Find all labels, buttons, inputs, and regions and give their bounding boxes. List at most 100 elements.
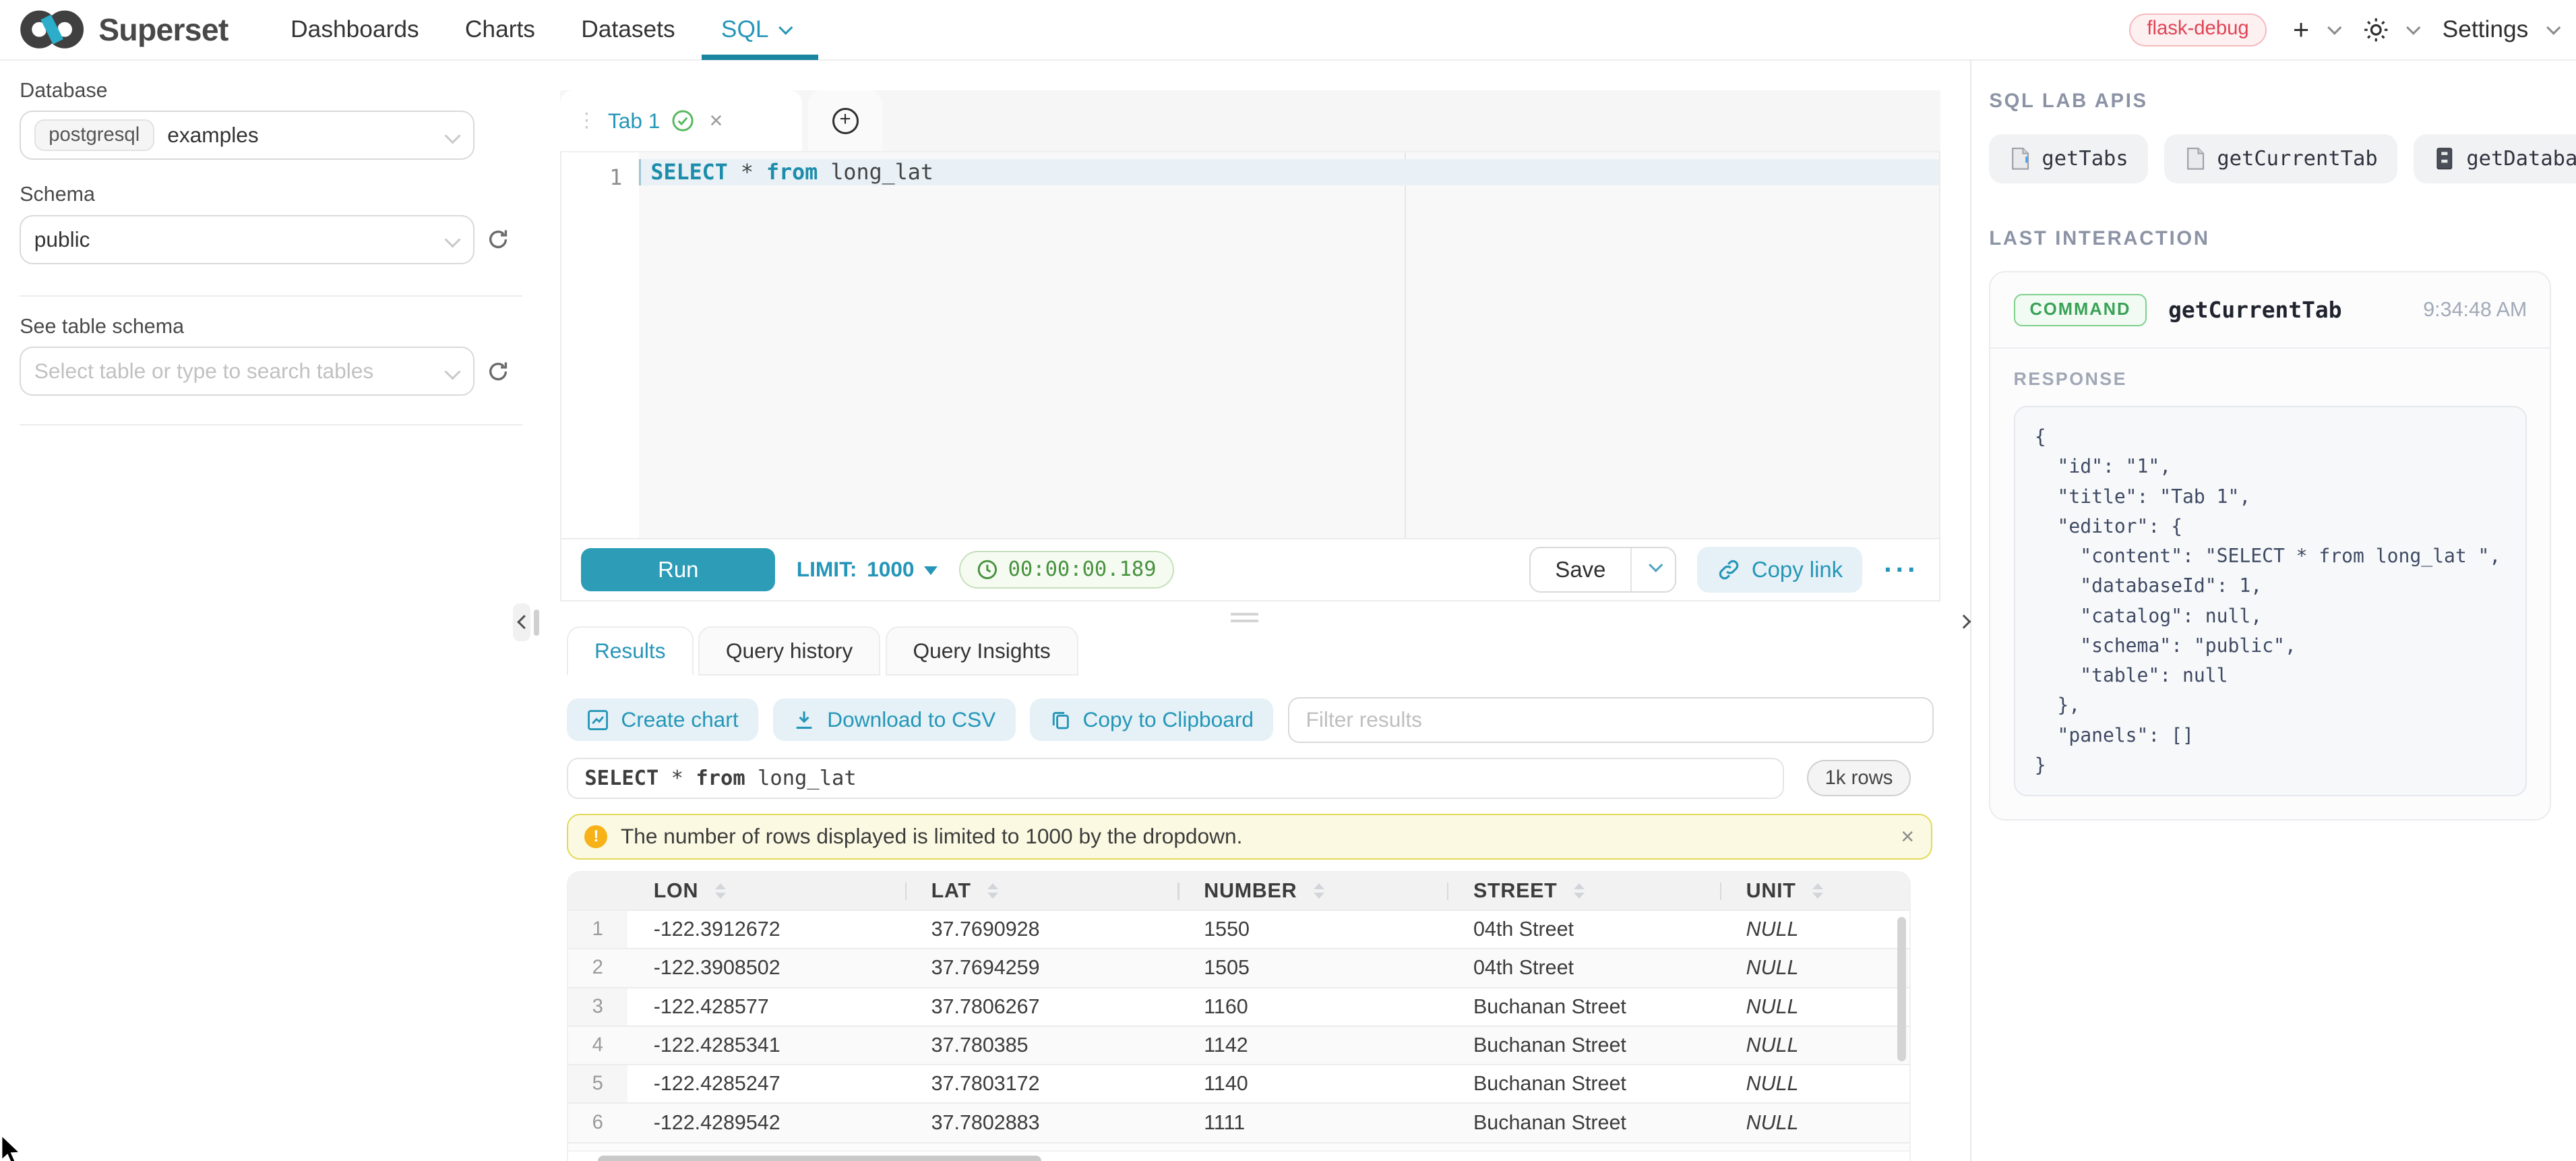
sort-icon[interactable] — [1812, 883, 1823, 899]
new-item-menu[interactable]: + — [2293, 16, 2337, 43]
line-number: 1 — [609, 166, 622, 190]
more-options-button[interactable]: ··· — [1884, 554, 1919, 586]
download-csv-button[interactable]: Download to CSV — [773, 698, 1016, 741]
column-header-unit[interactable]: UNIT — [1720, 872, 1909, 910]
interaction-timestamp: 9:34:48 AM — [2423, 298, 2527, 322]
cell-unit: NULL — [1720, 1026, 1909, 1065]
refresh-icon — [487, 360, 510, 383]
row-number: 1 — [568, 910, 627, 949]
row-number: 4 — [568, 1026, 627, 1065]
table-header-row: LON LAT NUMBER STREET UNIT — [568, 872, 1909, 910]
get-databases-button[interactable]: getDatabases — [2414, 134, 2576, 183]
run-button[interactable]: Run — [581, 548, 775, 591]
schema-label: Schema — [20, 183, 522, 206]
column-header-number[interactable]: NUMBER — [1177, 872, 1447, 910]
results-tabstrip: Results Query history Query Insights — [567, 626, 1934, 676]
refresh-schemas-button[interactable] — [487, 228, 510, 251]
cell-lat: 37.7802883 — [905, 1103, 1178, 1141]
sort-icon[interactable] — [1574, 883, 1585, 899]
response-json-box: { "id": "1", "title": "Tab 1", "editor":… — [2014, 406, 2527, 796]
tab-query-insights[interactable]: Query Insights — [886, 626, 1078, 676]
copy-link-button[interactable]: Copy link — [1697, 547, 1862, 593]
tab-query-history[interactable]: Query history — [698, 626, 880, 676]
get-tabs-button[interactable]: getTabs — [1989, 134, 2148, 183]
navbar: Superset Dashboards Charts Datasets SQL … — [0, 0, 2576, 61]
superset-logo-icon — [20, 8, 86, 51]
schema-value: public — [34, 227, 90, 252]
copy-clipboard-button[interactable]: Copy to Clipboard — [1030, 698, 1273, 741]
download-icon — [793, 709, 816, 732]
scrollbar-thumb[interactable] — [598, 1156, 1041, 1161]
query-preview-row: SELECT * from long_lat 1k rows — [567, 758, 1934, 799]
cell-street: 04th Street — [1447, 949, 1720, 987]
nav-sql[interactable]: SQL — [698, 0, 811, 60]
main-nav: Dashboards Charts Datasets SQL — [268, 0, 811, 60]
filter-results-input[interactable] — [1288, 697, 1934, 743]
drag-handle-icon[interactable]: ⋮ — [577, 111, 596, 131]
nav-datasets[interactable]: Datasets — [558, 0, 698, 60]
save-button[interactable]: Save — [1531, 548, 1630, 591]
query-preview[interactable]: SELECT * from long_lat — [567, 758, 1784, 799]
editor-toolbar: Run LIMIT: 1000 00:00:00.189 Save — [561, 538, 1939, 601]
settings-menu[interactable]: Settings — [2443, 16, 2556, 43]
horizontal-scrollbar[interactable] — [568, 1150, 1909, 1161]
api-panel: SQL LAB APIS getTabs getCurrentTab — [1970, 61, 2576, 1161]
chevron-left-icon — [517, 615, 531, 629]
table-select[interactable]: Select table or type to search tables — [20, 347, 474, 396]
table-row: 3 -122.428577 37.7806267 1160 Buchanan S… — [568, 988, 1909, 1026]
api-buttons: getTabs getCurrentTab getDatabases — [1989, 134, 2553, 183]
panel-resize-handle[interactable] — [1231, 613, 1258, 626]
response-label: RESPONSE — [2014, 369, 2527, 390]
divider — [20, 295, 522, 297]
print-margin-ruler — [1405, 152, 1406, 537]
sort-icon[interactable] — [1314, 883, 1324, 899]
sql-lab-app: Superset Dashboards Charts Datasets SQL … — [0, 0, 2576, 1161]
row-limit-alert: ! The number of rows displayed is limite… — [567, 814, 1932, 860]
editor-tabstrip: ⋮ Tab 1 × + — [560, 90, 1940, 151]
close-alert-icon[interactable]: × — [1901, 825, 1914, 848]
clock-icon — [977, 559, 998, 580]
plus-circle-icon: + — [832, 108, 859, 134]
database-type-tag: postgresql — [34, 119, 154, 151]
vertical-scrollbar[interactable] — [1897, 917, 1906, 1062]
nav-dashboards[interactable]: Dashboards — [268, 0, 442, 60]
sql-code-line[interactable]: SELECT * from long_lat — [639, 159, 1939, 185]
brand-name: Superset — [98, 11, 228, 48]
collapse-api-panel-button[interactable] — [1957, 603, 1976, 641]
close-tab-icon[interactable]: × — [709, 109, 723, 132]
link-icon — [1717, 558, 1740, 581]
refresh-tables-button[interactable] — [487, 360, 510, 383]
column-header-lat[interactable]: LAT — [905, 872, 1178, 910]
get-current-tab-button[interactable]: getCurrentTab — [2164, 134, 2397, 183]
sql-editor-panel: 1 SELECT * from long_lat Run LIMIT: 1000 — [560, 151, 1940, 601]
add-tab-button[interactable]: + — [808, 90, 882, 151]
sidebar-resize-handle[interactable] — [534, 609, 539, 636]
editor-tab-1[interactable]: ⋮ Tab 1 × — [560, 90, 801, 151]
cell-street: Buchanan Street — [1447, 1026, 1720, 1065]
last-interaction-card: COMMAND getCurrentTab 9:34:48 AM RESPONS… — [1989, 271, 2551, 821]
table-schema-label: See table schema — [20, 315, 522, 338]
brand[interactable]: Superset — [20, 8, 228, 51]
sql-code-editor[interactable]: 1 SELECT * from long_lat — [561, 152, 1939, 537]
table-select-placeholder: Select table or type to search tables — [34, 359, 374, 384]
column-header-street[interactable]: STREET — [1447, 872, 1720, 910]
tab-results[interactable]: Results — [567, 626, 694, 676]
nav-charts[interactable]: Charts — [442, 0, 558, 60]
column-header-lon[interactable]: LON — [627, 872, 905, 910]
save-options-button[interactable] — [1630, 548, 1675, 591]
query-timer: 00:00:00.189 — [959, 551, 1174, 589]
api-panel-title: SQL LAB APIS — [1989, 90, 2553, 113]
schema-select[interactable]: public — [20, 215, 474, 264]
theme-menu[interactable] — [2364, 18, 2416, 42]
chevron-down-icon — [779, 20, 793, 34]
database-select[interactable]: postgresql examples — [20, 111, 474, 160]
partial-row — [568, 1142, 1909, 1150]
collapse-sidebar-button[interactable] — [513, 603, 531, 641]
cell-unit: NULL — [1720, 1065, 1909, 1103]
sort-icon[interactable] — [987, 883, 998, 899]
create-chart-button[interactable]: Create chart — [567, 698, 758, 741]
interaction-body: RESPONSE { "id": "1", "title": "Tab 1", … — [1990, 349, 2550, 819]
limit-dropdown[interactable]: LIMIT: 1000 — [797, 557, 938, 582]
cell-number: 1142 — [1177, 1026, 1447, 1065]
sort-icon[interactable] — [715, 883, 726, 899]
